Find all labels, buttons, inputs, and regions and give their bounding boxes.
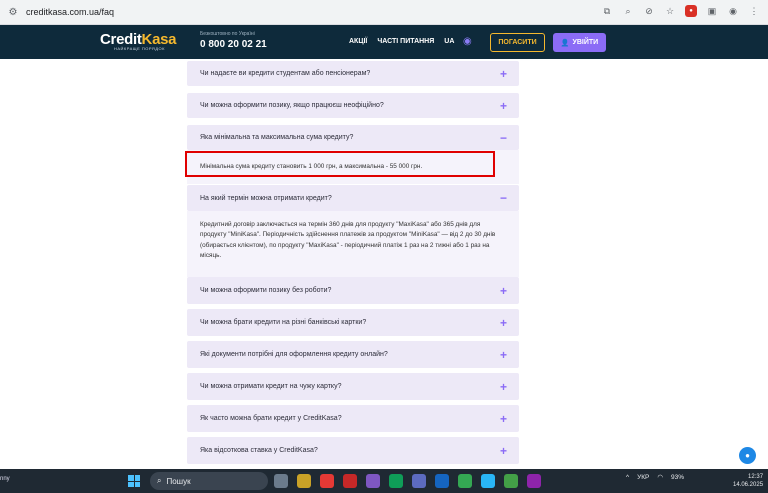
clock-date: 14.06.2025	[733, 482, 764, 489]
taskbar: nny ⌕ Пошук ^ УКР ◠ 93% 12:37 14.06.2025	[0, 469, 768, 493]
faq-question-text: На який термін можна отримати кредит?	[200, 194, 332, 202]
plus-icon: +	[499, 443, 507, 458]
plus-icon: +	[499, 379, 507, 394]
bookmark-star-icon[interactable]: ☆	[664, 5, 676, 17]
nav-language[interactable]: UA	[444, 38, 454, 45]
accessibility-eye-icon[interactable]: ◉	[463, 36, 472, 47]
login-label: УВІЙТИ	[572, 39, 599, 46]
battery-level[interactable]: 93%	[671, 474, 684, 481]
extension-icon[interactable]: ●	[685, 5, 697, 17]
faq-question[interactable]: Яка мінімальна та максимальна сума креди…	[187, 125, 519, 150]
user-icon: 👤	[560, 39, 570, 47]
tray-chevron-icon[interactable]: ^	[626, 474, 629, 481]
address-bar[interactable]: creditkasa.com.ua/faq	[26, 7, 114, 17]
system-tray: ^ УКР ◠ 93%	[626, 473, 684, 482]
teams-icon[interactable]	[412, 474, 426, 488]
file-explorer-icon[interactable]	[297, 474, 311, 488]
faq-answer-text: Кредитний договір заключається на термін…	[200, 221, 496, 259]
plus-icon: +	[499, 411, 507, 426]
header-nav: АКЦІЇ ЧАСТІ ПИТАННЯ UA	[349, 38, 454, 45]
plus-icon: +	[499, 66, 507, 81]
faq-question-text: Яка відсоткова ставка у CreditKasa?	[200, 447, 318, 454]
nav-faq[interactable]: ЧАСТІ ПИТАННЯ	[377, 38, 434, 45]
logo[interactable]: CreditKasa НАЙКРАЩЕ ПОРЯДОК	[100, 31, 177, 51]
chrome-icon[interactable]	[458, 474, 472, 488]
faq-question-text: Як часто можна брати кредит у CreditKasa…	[200, 415, 342, 422]
faq-question[interactable]: Чи можна брати кредити на різні банківсь…	[187, 309, 519, 336]
task-view-icon[interactable]	[274, 474, 288, 488]
faq-question-text: Чи надаєте ви кредити студентам або пенс…	[200, 70, 371, 77]
search-icon: ⌕	[157, 476, 162, 485]
faq-question[interactable]: Чи надаєте ви кредити студентам або пенс…	[187, 61, 519, 86]
minus-icon: −	[499, 191, 507, 205]
hidden-eye-icon[interactable]: ⊘	[643, 5, 655, 17]
plus-icon: +	[499, 283, 507, 298]
phone-note: Безкоштовно по Україні	[200, 31, 255, 37]
site-header: CreditKasa НАЙКРАЩЕ ПОРЯДОК Безкоштовно …	[0, 25, 768, 59]
faq-question[interactable]: Які документи потрібні для оформлення кр…	[187, 341, 519, 368]
menu-dots-icon[interactable]: ⋮	[748, 5, 760, 17]
phone-block: Безкоштовно по Україні 0 800 20 02 21	[200, 31, 267, 50]
minus-icon: −	[499, 130, 507, 145]
zoom-icon[interactable]: ⌕	[622, 5, 634, 17]
faq-question-text: Чи можна оформити позику, якщо працюєш н…	[200, 102, 384, 109]
windows-start-icon[interactable]	[128, 475, 140, 487]
faq-question[interactable]: Чи можна отримати кредит на чужу картку?…	[187, 373, 519, 400]
faq-question[interactable]: Як часто можна брати кредит у CreditKasa…	[187, 405, 519, 432]
copilot-icon[interactable]	[366, 474, 380, 488]
faq-question[interactable]: Чи можна оформити позику, якщо працюєш н…	[187, 93, 519, 118]
faq-question-text: Які документи потрібні для оформлення кр…	[200, 351, 388, 358]
highlight-box	[185, 151, 495, 177]
browser-toolbar: ⚙ creditkasa.com.ua/faq ⧉ ⌕ ⊘ ☆ ● ▣ ◉ ⋮	[0, 0, 768, 25]
repay-button[interactable]: ПОГАСИТИ	[490, 33, 545, 52]
clock-time: 12:37	[748, 474, 764, 480]
opera-icon[interactable]	[320, 474, 334, 488]
faq-section: Чи надаєте ви кредити студентам або пенс…	[0, 59, 768, 469]
search-placeholder: Пошук	[166, 476, 191, 486]
faq-question-text: Яка мінімальна та максимальна сума креди…	[200, 134, 354, 141]
telegram-icon[interactable]	[481, 474, 495, 488]
taskbar-search[interactable]: ⌕ Пошук	[150, 472, 268, 490]
faq-answer: Кредитний договір заключається на термін…	[187, 211, 519, 277]
edge-icon[interactable]	[389, 474, 403, 488]
faq-question[interactable]: Яка відсоткова ставка у CreditKasa? +	[187, 437, 519, 464]
faq-question[interactable]: На який термін можна отримати кредит? −	[187, 185, 519, 211]
viber-icon[interactable]	[527, 474, 541, 488]
faq-question-text: Чи можна отримати кредит на чужу картку?	[200, 383, 342, 390]
profile-icon[interactable]: ◉	[727, 5, 739, 17]
taskbar-apps	[274, 474, 541, 488]
faq-question-text: Чи можна брати кредити на різні банківсь…	[200, 319, 367, 326]
clock[interactable]: 12:37 14.06.2025	[733, 473, 763, 489]
plus-icon: +	[499, 98, 507, 113]
taskbar-left-text: nny	[0, 476, 10, 482]
plus-icon: +	[499, 347, 507, 362]
extensions-puzzle-icon[interactable]: ▣	[706, 5, 718, 17]
language-indicator[interactable]: УКР	[637, 474, 649, 481]
faq-question-text: Чи можна оформити позику без роботи?	[200, 287, 332, 294]
app-green-icon[interactable]	[504, 474, 518, 488]
login-button[interactable]: 👤 УВІЙТИ	[553, 33, 606, 52]
install-app-icon[interactable]: ⧉	[601, 5, 613, 17]
faq-question[interactable]: Чи можна оформити позику без роботи? +	[187, 277, 519, 304]
dropbox-icon[interactable]	[435, 474, 449, 488]
site-info-icon[interactable]: ⚙	[6, 5, 20, 19]
chat-bubble-icon[interactable]: ●	[739, 447, 756, 464]
phone-number[interactable]: 0 800 20 02 21	[200, 39, 267, 50]
app-l-icon[interactable]	[343, 474, 357, 488]
browser-actions: ⧉ ⌕ ⊘ ☆ ● ▣ ◉ ⋮	[601, 5, 760, 17]
wifi-icon[interactable]: ◠	[657, 473, 663, 481]
plus-icon: +	[499, 315, 507, 330]
nav-promotions[interactable]: АКЦІЇ	[349, 38, 367, 45]
